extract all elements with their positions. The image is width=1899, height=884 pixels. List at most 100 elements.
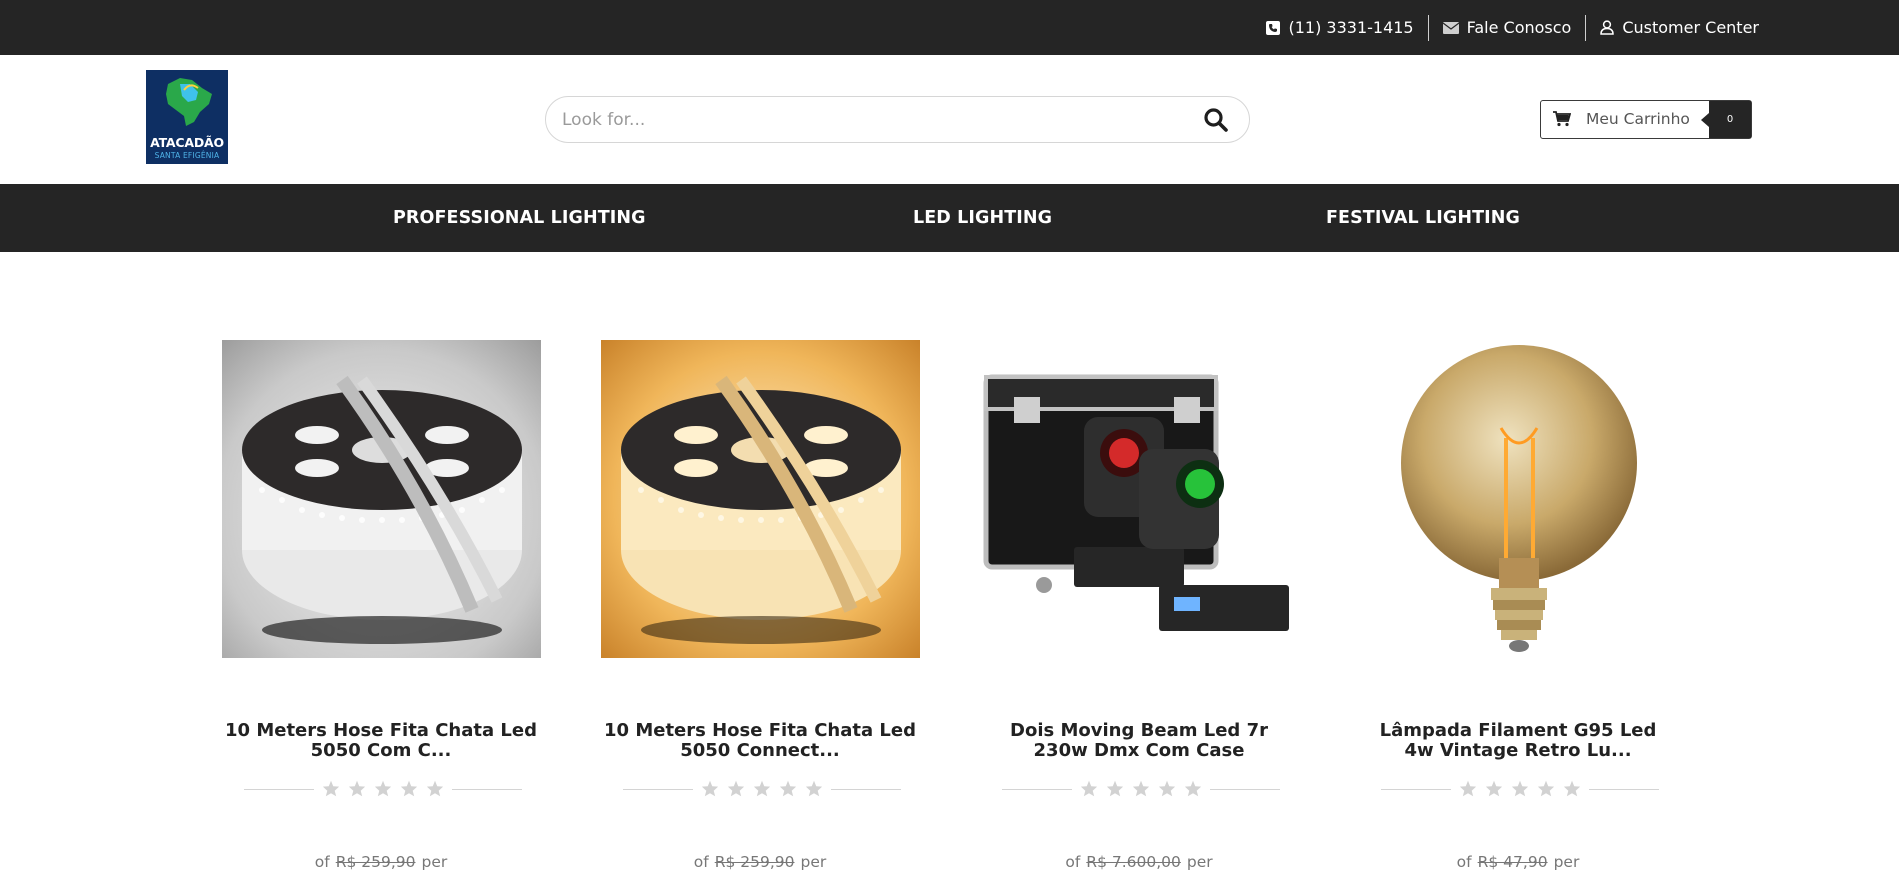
price-prefix: of: [693, 853, 709, 871]
nav-item-professional-lighting[interactable]: PROFESSIONAL LIGHTING: [393, 184, 646, 252]
phone-icon: [1266, 20, 1281, 35]
product-name-line: 10 Meters Hose Fita Chata Led: [225, 720, 537, 741]
product-name-line: Lâmpada Filament G95 Led: [1379, 720, 1657, 741]
product-name-line: 230w Dmx Com Case: [1033, 740, 1245, 761]
star-icon: [1184, 780, 1202, 797]
star-rating: [322, 780, 444, 797]
product-name[interactable]: Dois Moving Beam Led 7r 230w Dmx Com Cas…: [974, 721, 1304, 761]
logo-subtitle: SANTA EFIGÊNIA: [154, 151, 220, 160]
divider: [244, 789, 314, 790]
star-icon: [1106, 780, 1124, 797]
product-name-line: 4w Vintage Retro Lu...: [1404, 740, 1632, 761]
star-icon: [727, 780, 745, 797]
price-prefix: of: [314, 853, 330, 871]
old-price: R$ 47,90: [1477, 853, 1548, 871]
search-button[interactable]: [1203, 107, 1231, 133]
cart-label: Meu Carrinho: [1586, 110, 1690, 128]
phone-number: (11) 3331-1415: [1288, 18, 1414, 37]
old-price: R$ 259,90: [335, 853, 416, 871]
price-prefix: of: [1456, 853, 1472, 871]
contact-label: Fale Conosco: [1466, 18, 1572, 37]
product-rating: [244, 780, 522, 798]
star-icon: [805, 780, 823, 797]
star-icon: [1459, 780, 1477, 797]
price-suffix: per: [1553, 853, 1580, 871]
star-icon: [1158, 780, 1176, 797]
divider: [1381, 789, 1451, 790]
brazil-map-icon: [166, 78, 212, 126]
price-suffix: per: [1186, 853, 1213, 871]
divider: [1585, 14, 1587, 41]
search-bar: [545, 96, 1250, 143]
product-price: of R$ 259,90 per: [595, 853, 925, 871]
nav-item-led-lighting[interactable]: LED LIGHTING: [913, 184, 1052, 252]
product-name[interactable]: Lâmpada Filament G95 Led 4w Vintage Retr…: [1353, 721, 1683, 761]
product-price: of R$ 259,90 per: [216, 853, 546, 871]
old-price: R$ 259,90: [714, 853, 795, 871]
star-rating: [701, 780, 823, 797]
moving-beam-lights-image: [983, 374, 1289, 631]
star-icon: [400, 780, 418, 797]
star-icon: [1132, 780, 1150, 797]
star-icon: [1563, 780, 1581, 797]
customer-center-label: Customer Center: [1622, 18, 1759, 37]
star-icon: [779, 780, 797, 797]
product-name-line: 5050 Connect...: [680, 740, 840, 761]
price-prefix: of: [1065, 853, 1081, 871]
product-name[interactable]: 10 Meters Hose Fita Chata Led 5050 Com C…: [216, 721, 546, 761]
divider: [1589, 789, 1659, 790]
top-bar-links: (11) 3331-1415 Fale Conosco Customer Cen…: [1266, 0, 1759, 55]
product-rating: [623, 780, 901, 798]
price-suffix: per: [800, 853, 827, 871]
divider: [452, 789, 522, 790]
product-price: of R$ 47,90 per: [1353, 853, 1683, 871]
envelope-icon: [1442, 21, 1459, 34]
star-icon: [701, 780, 719, 797]
divider: [831, 789, 901, 790]
old-price: R$ 7.600,00: [1086, 853, 1181, 871]
search-input[interactable]: [562, 97, 1162, 142]
vintage-filament-bulb-image: [1401, 345, 1637, 652]
main-nav: PROFESSIONAL LIGHTING LED LIGHTING FESTI…: [0, 184, 1899, 252]
star-icon: [1080, 780, 1098, 797]
logo-title: ATACADÃO: [150, 135, 224, 150]
product-image[interactable]: [974, 357, 1304, 647]
nav-item-festival-lighting[interactable]: FESTIVAL LIGHTING: [1326, 184, 1520, 252]
cart-count-badge: 0: [1701, 101, 1751, 138]
site-logo[interactable]: ATACADÃO SANTA EFIGÊNIA: [146, 70, 228, 164]
star-icon: [1485, 780, 1503, 797]
star-icon: [348, 780, 366, 797]
product-image[interactable]: [222, 340, 541, 658]
star-icon: [753, 780, 771, 797]
search-icon: [1204, 108, 1228, 132]
divider: [1002, 789, 1072, 790]
top-bar: (11) 3331-1415 Fale Conosco Customer Cen…: [0, 0, 1899, 55]
divider: [1210, 789, 1280, 790]
led-strip-reel-image: [242, 375, 522, 644]
star-icon: [322, 780, 340, 797]
cart-button[interactable]: Meu Carrinho 0: [1540, 100, 1752, 139]
star-rating: [1080, 780, 1202, 797]
star-icon: [1537, 780, 1555, 797]
product-rating: [1381, 780, 1659, 798]
led-strip-reel-warm-image: [621, 375, 901, 644]
product-image[interactable]: [601, 340, 920, 658]
price-suffix: per: [421, 853, 448, 871]
customer-center-link[interactable]: Customer Center: [1600, 18, 1759, 37]
phone-link[interactable]: (11) 3331-1415: [1266, 18, 1414, 37]
star-icon: [374, 780, 392, 797]
product-name-line: 5050 Com C...: [310, 740, 452, 761]
product-price: of R$ 7.600,00 per: [974, 853, 1304, 871]
user-icon: [1600, 20, 1615, 35]
star-rating: [1459, 780, 1581, 797]
star-icon: [426, 780, 444, 797]
product-rating: [1002, 780, 1280, 798]
star-icon: [1511, 780, 1529, 797]
product-name[interactable]: 10 Meters Hose Fita Chata Led 5050 Conne…: [595, 721, 925, 761]
product-image[interactable]: [1361, 318, 1677, 698]
shopping-cart-icon: [1553, 111, 1571, 127]
divider: [1427, 14, 1429, 41]
product-name-line: 10 Meters Hose Fita Chata Led: [604, 720, 916, 741]
divider: [623, 789, 693, 790]
contact-link[interactable]: Fale Conosco: [1442, 18, 1572, 37]
